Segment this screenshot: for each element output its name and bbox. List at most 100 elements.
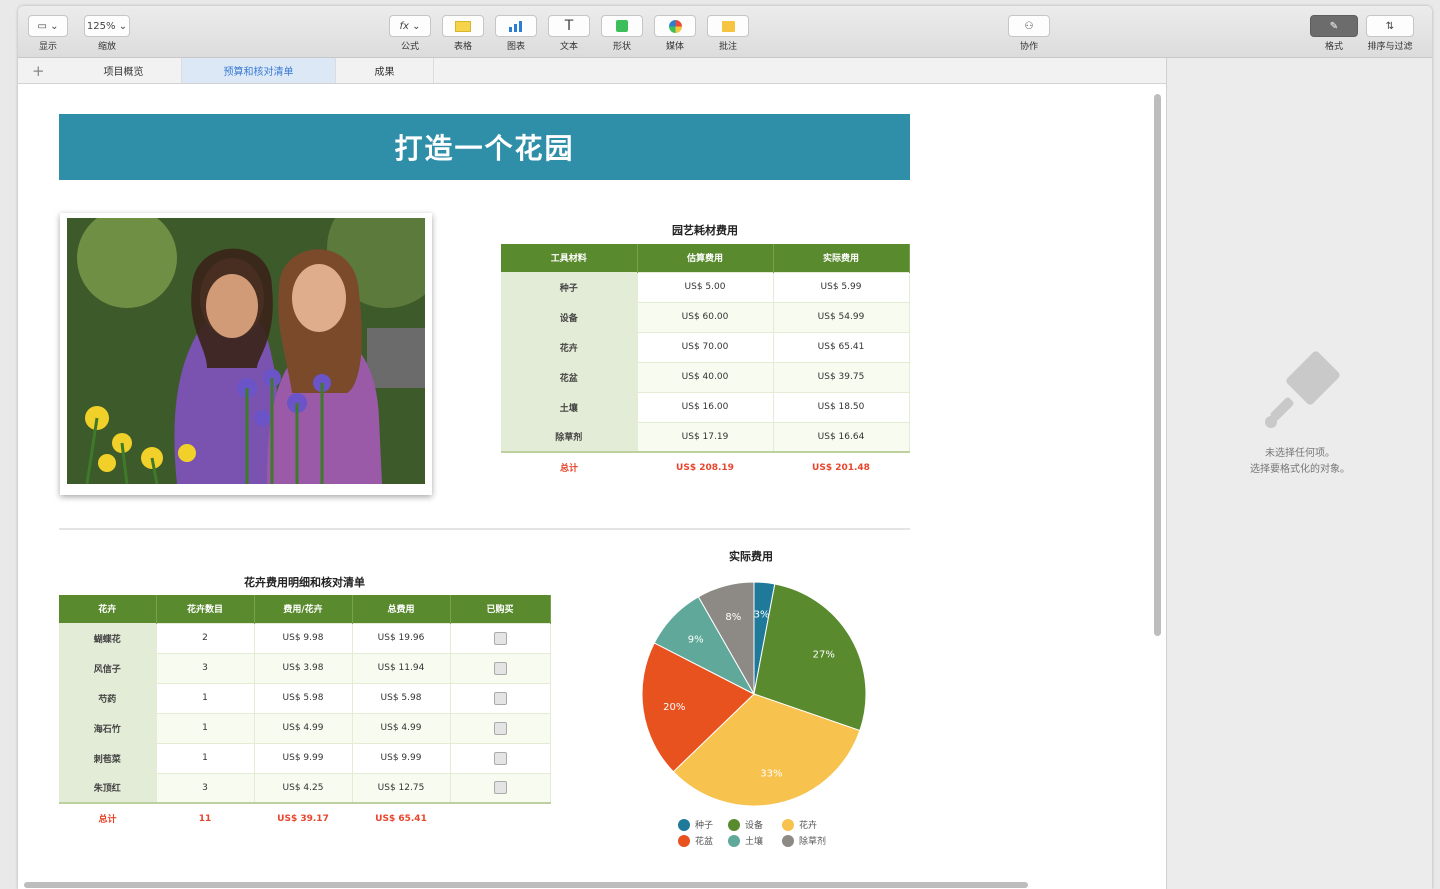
table-cell[interactable]: 1 bbox=[156, 742, 255, 773]
format-tool[interactable]: ✎ 格式 bbox=[1310, 15, 1358, 52]
table-cell[interactable]: US$ 11.94 bbox=[352, 652, 451, 683]
photo-frame[interactable] bbox=[60, 213, 432, 495]
table-cell[interactable]: US$ 17.19 bbox=[637, 421, 774, 452]
text-icon[interactable]: T bbox=[548, 15, 590, 37]
table-cell[interactable]: US$ 19.96 bbox=[352, 622, 451, 653]
table-cell[interactable]: US$ 4.99 bbox=[254, 712, 353, 743]
comment-tool[interactable]: 批注 bbox=[707, 15, 749, 52]
table-cell[interactable]: US$ 4.99 bbox=[352, 712, 451, 743]
sort-icon[interactable]: ⇅ bbox=[1366, 15, 1414, 37]
add-sheet-icon[interactable]: + bbox=[32, 62, 45, 80]
table-cell[interactable]: 蝴蝶花 bbox=[59, 622, 157, 653]
tab-project-overview[interactable]: 项目概览 bbox=[66, 58, 182, 83]
supplies-table[interactable]: 工具材料 估算费用 实际费用 种子 US$ 5.00 US$ 5.99 设备 US$ 60.… bbox=[501, 244, 910, 482]
zoom-select[interactable]: 125% ⌄ bbox=[84, 15, 130, 37]
formula-tool[interactable]: fx ⌄ 公式 bbox=[389, 15, 431, 52]
garden-photo[interactable] bbox=[67, 218, 425, 484]
table-cell[interactable]: US$ 60.00 bbox=[637, 301, 774, 332]
comment-icon[interactable] bbox=[707, 15, 749, 37]
table-cell[interactable]: US$ 5.99 bbox=[773, 271, 910, 302]
table-cell[interactable]: US$ 5.98 bbox=[254, 682, 353, 713]
page-title[interactable]: 打造一个花园 bbox=[59, 114, 910, 180]
table-cell[interactable]: 设备 bbox=[501, 301, 638, 332]
tab-label: 成果 bbox=[374, 67, 395, 78]
table-cell[interactable]: US$ 39.75 bbox=[773, 361, 910, 392]
table-icon[interactable] bbox=[442, 15, 484, 37]
table-cell[interactable]: 花卉 bbox=[501, 331, 638, 362]
pie-chart[interactable]: 3% 27% 33% 20% 9% 8% bbox=[634, 574, 874, 814]
table-cell[interactable]: 除草剂 bbox=[501, 421, 638, 452]
view-control[interactable]: ▭ ⌄ 显示 bbox=[28, 15, 68, 52]
table-cell[interactable]: US$ 16.00 bbox=[637, 391, 774, 422]
total-cell[interactable]: US$ 39.17 bbox=[254, 802, 352, 833]
table-cell[interactable]: US$ 4.25 bbox=[254, 772, 353, 803]
tab-budget-checklist[interactable]: 预算和核对清单 bbox=[182, 58, 336, 83]
table-cell[interactable]: 2 bbox=[156, 622, 255, 653]
vertical-scrollbar[interactable] bbox=[1154, 94, 1161, 636]
table-cell[interactable]: US$ 18.50 bbox=[773, 391, 910, 422]
total-cell[interactable]: 11 bbox=[156, 802, 254, 833]
sidebar-view-icon[interactable]: ▭ ⌄ bbox=[28, 15, 68, 37]
table-cell[interactable]: US$ 9.99 bbox=[254, 742, 353, 773]
table-cell[interactable]: US$ 65.41 bbox=[773, 331, 910, 362]
table-cell bbox=[450, 742, 551, 773]
table-cell[interactable]: 种子 bbox=[501, 271, 638, 302]
table-cell[interactable]: 1 bbox=[156, 682, 255, 713]
organize-tool[interactable]: ⇅ 排序与过滤 bbox=[1366, 15, 1414, 52]
legend-swatch bbox=[678, 834, 690, 847]
table-cell[interactable]: 刺苞菜 bbox=[59, 742, 157, 773]
collaborate-icon[interactable]: ⚇ bbox=[1008, 15, 1050, 37]
total-cell[interactable]: US$ 201.48 bbox=[773, 451, 909, 482]
chart-tool[interactable]: 图表 bbox=[495, 15, 537, 52]
purchased-checkbox[interactable] bbox=[493, 661, 507, 675]
chart-icon[interactable] bbox=[495, 15, 537, 37]
table-cell[interactable]: US$ 9.99 bbox=[352, 742, 451, 773]
media-label: 媒体 bbox=[665, 42, 684, 52]
purchased-checkbox[interactable] bbox=[493, 721, 507, 735]
purchased-checkbox[interactable] bbox=[493, 781, 507, 795]
paintbrush-icon[interactable]: ✎ bbox=[1310, 15, 1358, 37]
purchased-checkbox[interactable] bbox=[493, 691, 507, 705]
media-tool[interactable]: 媒体 bbox=[654, 15, 696, 52]
table-cell[interactable]: 芍药 bbox=[59, 682, 157, 713]
tab-results[interactable]: 成果 bbox=[336, 58, 434, 83]
table-cell[interactable]: US$ 5.98 bbox=[352, 682, 451, 713]
flowers-table[interactable]: 花卉 花卉数目 费用/花卉 总费用 已购买 蝴蝶花 2 US$ 9.98 US$ 19.96 风… bbox=[59, 595, 551, 833]
total-cell[interactable]: US$ 65.41 bbox=[352, 802, 450, 833]
total-cell[interactable]: 总计 bbox=[501, 451, 637, 482]
table-cell[interactable]: 海石竹 bbox=[59, 712, 157, 743]
table-cell[interactable]: 风信子 bbox=[59, 652, 157, 683]
shape-icon[interactable] bbox=[601, 15, 643, 37]
collaborate-tool[interactable]: ⚇ 协作 bbox=[1008, 15, 1050, 52]
table-cell[interactable]: US$ 70.00 bbox=[637, 331, 774, 362]
table-cell[interactable]: 3 bbox=[156, 652, 255, 683]
text-tool[interactable]: T 文本 bbox=[548, 15, 590, 52]
total-cell[interactable]: 总计 bbox=[59, 802, 156, 833]
purchased-checkbox[interactable] bbox=[493, 751, 507, 765]
zoom-control[interactable]: 125% ⌄ 缩放 bbox=[84, 15, 130, 52]
table-cell[interactable]: US$ 54.99 bbox=[773, 301, 910, 332]
table-tool[interactable]: 表格 bbox=[442, 15, 484, 52]
table-cell[interactable]: 花盆 bbox=[501, 361, 638, 392]
table-cell[interactable]: US$ 12.75 bbox=[352, 772, 451, 803]
table-cell[interactable]: US$ 3.98 bbox=[254, 652, 353, 683]
horizontal-scrollbar[interactable] bbox=[24, 882, 1028, 888]
table-cell[interactable]: US$ 5.00 bbox=[637, 271, 774, 302]
fx-icon[interactable]: fx ⌄ bbox=[389, 15, 431, 37]
table-cell[interactable]: US$ 9.98 bbox=[254, 622, 353, 653]
table-cell[interactable]: 朱顶红 bbox=[59, 772, 157, 803]
table-cell[interactable]: US$ 40.00 bbox=[637, 361, 774, 392]
collaborate-label: 协作 bbox=[1019, 42, 1038, 52]
organize-label: 排序与过滤 bbox=[1367, 42, 1413, 52]
table-cell[interactable]: 3 bbox=[156, 772, 255, 803]
table-row: 土壤 US$ 16.00 US$ 18.50 bbox=[501, 391, 910, 422]
legend-label: 花盆 bbox=[695, 837, 714, 847]
shape-tool[interactable]: 形状 bbox=[601, 15, 643, 52]
table-cell[interactable]: US$ 16.64 bbox=[773, 421, 910, 452]
media-icon[interactable] bbox=[654, 15, 696, 37]
table-cell[interactable]: 土壤 bbox=[501, 391, 638, 422]
total-cell[interactable]: US$ 208.19 bbox=[637, 451, 773, 482]
purchased-checkbox[interactable] bbox=[493, 631, 507, 645]
slice-percent-label: 8% bbox=[725, 612, 741, 623]
table-cell[interactable]: 1 bbox=[156, 712, 255, 743]
